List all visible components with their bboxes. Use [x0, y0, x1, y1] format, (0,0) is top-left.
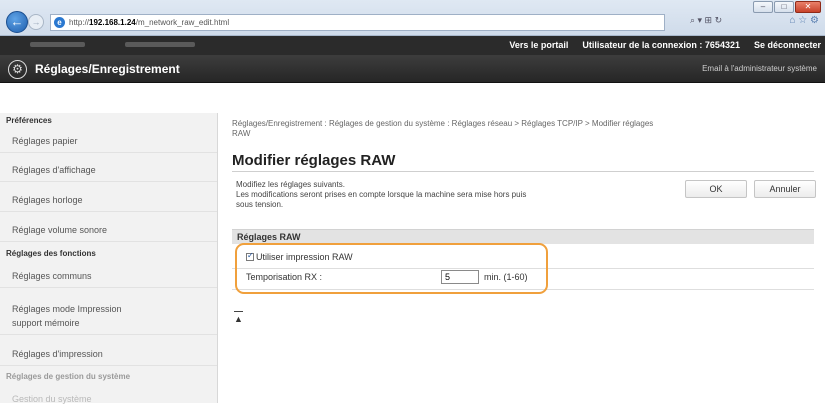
- app-top-links: Vers le portail Utilisateur de la connex…: [509, 40, 821, 50]
- minimize-button[interactable]: –: [753, 1, 773, 13]
- app-top-bar: Vers le portail Utilisateur de la connex…: [0, 36, 825, 55]
- window-controls: – □ ✕: [753, 1, 821, 13]
- settings-gear-icon: ⚙: [8, 60, 27, 79]
- close-button[interactable]: ✕: [795, 1, 821, 13]
- sidebar-section-preferences: Préférences: [6, 116, 52, 125]
- section-header-raw: Réglages RAW: [232, 229, 814, 244]
- back-arrow-icon[interactable]: ←: [6, 11, 28, 33]
- timeout-input[interactable]: [441, 270, 479, 284]
- breadcrumb-line: RAW: [232, 129, 251, 138]
- sidebar-section-functions: Réglages des fonctions: [6, 249, 96, 258]
- sidebar-item-printing[interactable]: Réglages d'impression: [0, 348, 217, 366]
- sidebar-item-memory-print[interactable]: Réglages mode Impression: [0, 303, 217, 317]
- sidebar-item-memory-print-2[interactable]: support mémoire: [0, 317, 217, 335]
- page-header: ⚙ Réglages/Enregistrement Email à l'admi…: [0, 55, 825, 83]
- blurred-header-info: [30, 42, 195, 47]
- use-raw-row: Utiliser impression RAW: [246, 251, 353, 262]
- intro-line: Les modifications seront prises en compt…: [236, 190, 527, 199]
- sidebar-item-paper[interactable]: Réglages papier: [0, 135, 217, 153]
- browser-toolbar: – □ ✕ ← → e http://192.168.1.24/m_networ…: [0, 0, 825, 36]
- page-title: Modifier réglages RAW: [232, 152, 396, 169]
- page-brand: Réglages/Enregistrement: [35, 62, 180, 76]
- address-tools[interactable]: ⌕ ▾ ⊞ ↻: [690, 15, 722, 26]
- sidebar-item-display[interactable]: Réglages d'affichage: [0, 164, 217, 182]
- breadcrumb-line: Réglages/Enregistrement : Réglages de ge…: [232, 119, 654, 128]
- row-divider: [232, 289, 814, 290]
- cancel-button[interactable]: Annuler: [754, 180, 816, 198]
- browser-tools-icons[interactable]: ⌂ ☆ ⚙: [789, 15, 819, 26]
- address-bar[interactable]: e http://192.168.1.24/m_network_raw_edit…: [50, 14, 665, 31]
- forward-arrow-icon[interactable]: →: [28, 14, 44, 30]
- sidebar: Préférences Réglages papier Réglages d'a…: [0, 113, 218, 404]
- sidebar-item-clock[interactable]: Réglages horloge: [0, 194, 217, 212]
- email-admin-link[interactable]: Email à l'administrateur système: [702, 64, 817, 73]
- breadcrumb: Réglages/Enregistrement : Réglages de ge…: [232, 119, 812, 139]
- row-divider: [232, 268, 814, 269]
- browser-logo-icon: e: [54, 17, 65, 28]
- intro-text: Modifiez les réglages suivants. Les modi…: [236, 180, 656, 210]
- title-divider: [232, 171, 814, 172]
- intro-line: sous tension.: [236, 200, 284, 209]
- use-raw-label: Utiliser impression RAW: [256, 252, 353, 262]
- ok-button[interactable]: OK: [685, 180, 747, 198]
- use-raw-checkbox[interactable]: [246, 251, 254, 261]
- sidebar-item-system-management[interactable]: Gestion du système: [0, 393, 217, 407]
- intro-line: Modifiez les réglages suivants.: [236, 180, 345, 189]
- logout-link[interactable]: Se déconnecter: [754, 40, 821, 50]
- portal-link[interactable]: Vers le portail: [509, 40, 568, 50]
- login-user: Utilisateur de la connexion : 7654321: [582, 40, 740, 50]
- timeout-unit: min. (1-60): [484, 272, 528, 282]
- timeout-label: Temporisation RX :: [246, 272, 323, 282]
- maximize-button[interactable]: □: [774, 1, 794, 13]
- sidebar-item-volume[interactable]: Réglage volume sonore: [0, 224, 217, 242]
- sidebar-section-system: Réglages de gestion du système: [6, 372, 131, 381]
- back-to-top-icon[interactable]: ― ▲: [234, 307, 243, 324]
- sidebar-item-common[interactable]: Réglages communs: [0, 270, 217, 288]
- url-text: http://192.168.1.24/m_network_raw_edit.h…: [69, 18, 230, 27]
